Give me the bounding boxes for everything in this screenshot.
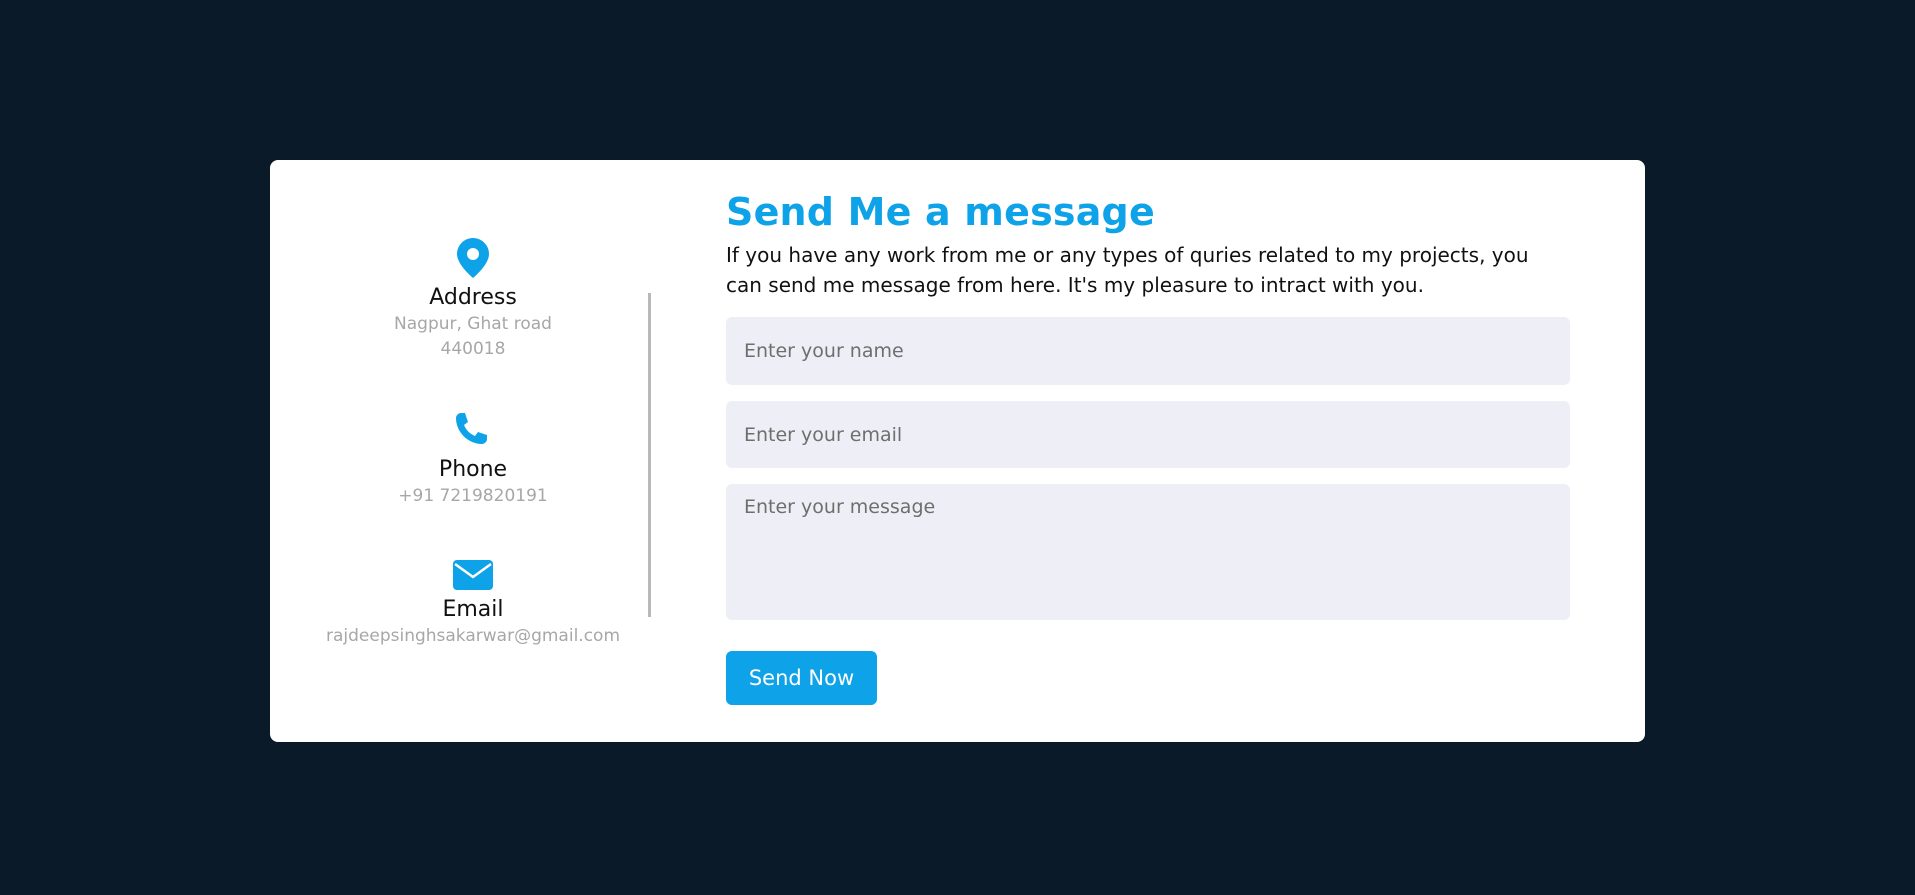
email-title: Email — [442, 597, 504, 622]
phone-title: Phone — [438, 457, 508, 482]
form-intro: If you have any work from me or any type… — [726, 243, 1529, 297]
map-pin-icon — [457, 238, 489, 278]
email-input[interactable] — [726, 401, 1570, 468]
name-input[interactable] — [726, 317, 1570, 385]
email-block: Email rajdeepsinghsakarwar@gmail.com — [270, 560, 676, 649]
address-line-2: 440018 — [440, 339, 506, 359]
phone-icon — [456, 413, 487, 444]
contact-card: Address Nagpur, Ghat road 440018 Phone +… — [270, 160, 1645, 742]
column-divider — [648, 293, 651, 617]
send-now-button[interactable]: Send Now — [726, 651, 877, 705]
envelope-icon — [453, 560, 493, 590]
email-address: rajdeepsinghsakarwar@gmail.com — [325, 626, 620, 646]
address-title: Address — [429, 285, 517, 310]
phone-number: +91 7219820191 — [398, 486, 548, 506]
contact-info-column: Address Nagpur, Ghat road 440018 Phone +… — [270, 160, 676, 742]
message-textarea[interactable] — [726, 484, 1570, 620]
phone-block: Phone +91 7219820191 — [270, 410, 676, 509]
form-heading: Send Me a message — [726, 190, 1155, 234]
address-line-1: Nagpur, Ghat road — [394, 314, 552, 334]
address-block: Address Nagpur, Ghat road 440018 — [270, 238, 676, 362]
